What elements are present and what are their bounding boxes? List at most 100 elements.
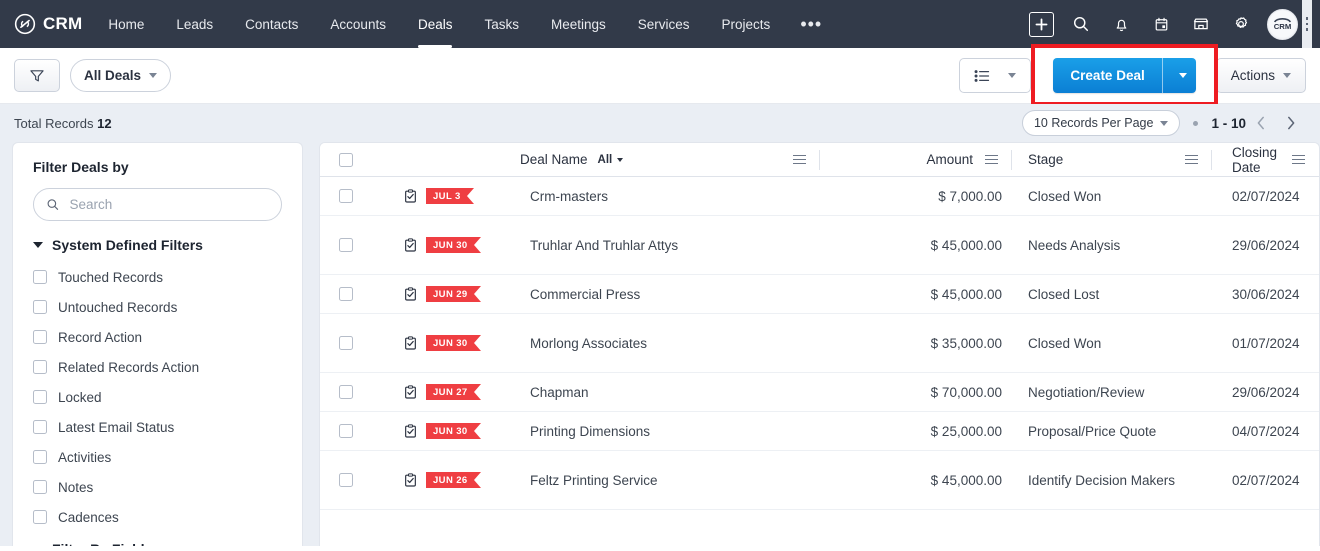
nav-overflow-handle[interactable] (1302, 0, 1312, 48)
sidebar-filter-activities[interactable]: Activities (13, 442, 302, 472)
row-icons-cell: JUL 3 (372, 188, 520, 204)
table-row[interactable]: JUN 26 Feltz Printing Service $ 45,000.00 I… (320, 451, 1319, 510)
nav-item-leads[interactable]: Leads (160, 0, 229, 48)
task-clipboard-icon[interactable] (403, 335, 418, 351)
column-header-stage[interactable]: Stage (1012, 143, 1212, 177)
deal-name-scope-dropdown[interactable]: All (598, 154, 624, 166)
row-select-cell (320, 189, 372, 203)
checkbox[interactable] (33, 420, 47, 434)
column-menu-closing-date-icon[interactable] (1292, 154, 1305, 165)
task-clipboard-icon[interactable] (403, 423, 418, 439)
deal-name-cell[interactable]: Printing Dimensions (520, 424, 820, 439)
column-header-deal-name[interactable]: Deal Name All (520, 143, 820, 177)
row-checkbox[interactable] (339, 238, 353, 252)
calendar-button[interactable] (1144, 7, 1178, 41)
checkbox[interactable] (33, 270, 47, 284)
user-avatar[interactable]: CRM (1267, 8, 1298, 40)
nav-item-deals[interactable]: Deals (402, 0, 469, 48)
table-row[interactable]: JUL 3 Crm-masters $ 7,000.00 Closed Won 02/0… (320, 177, 1319, 216)
table-row[interactable]: JUN 30 Truhlar And Truhlar Attys $ 45,000.… (320, 216, 1319, 275)
marketplace-store-icon (1193, 18, 1209, 30)
nav-item-services[interactable]: Services (622, 0, 706, 48)
deal-name-cell[interactable]: Chapman (520, 385, 820, 400)
actions-dropdown-button[interactable]: Actions (1215, 58, 1306, 93)
sidebar-filter-latest-email-status[interactable]: Latest Email Status (13, 412, 302, 442)
create-deal-button[interactable]: Create Deal (1053, 58, 1196, 93)
column-menu-stage-icon[interactable] (1185, 154, 1198, 165)
row-checkbox[interactable] (339, 287, 353, 301)
sidebar-filter-touched-records[interactable]: Touched Records (13, 262, 302, 292)
row-checkbox[interactable] (339, 336, 353, 350)
nav-item-home[interactable]: Home (92, 0, 160, 48)
previous-page-button[interactable] (1246, 108, 1276, 138)
task-clipboard-icon[interactable] (403, 384, 418, 400)
filter-label: Related Records Action (58, 359, 200, 375)
filter-search-box[interactable] (33, 188, 282, 221)
add-plus-button[interactable] (1024, 7, 1058, 41)
row-checkbox[interactable] (339, 189, 353, 203)
checkbox[interactable] (33, 390, 47, 404)
system-defined-filters-header[interactable]: System Defined Filters (13, 237, 302, 253)
checkbox[interactable] (33, 330, 47, 344)
nav-item-accounts[interactable]: Accounts (314, 0, 402, 48)
deal-name-cell[interactable]: Truhlar And Truhlar Attys (520, 238, 820, 253)
checkbox[interactable] (33, 360, 47, 374)
nav-more-button[interactable]: ••• (786, 0, 836, 48)
deal-name-cell[interactable]: Commercial Press (520, 287, 820, 302)
filter-search-input[interactable] (67, 196, 269, 213)
sidebar-filter-record-action[interactable]: Record Action (13, 322, 302, 352)
column-menu-amount-icon[interactable] (985, 154, 998, 165)
task-clipboard-icon[interactable] (403, 472, 418, 488)
row-checkbox[interactable] (339, 473, 353, 487)
closing-date-cell: 02/07/2024 (1232, 188, 1300, 204)
table-row[interactable]: JUN 30 Printing Dimensions $ 25,000.00 Prop… (320, 412, 1319, 451)
nav-item-tasks[interactable]: Tasks (468, 0, 535, 48)
sidebar-filter-related-records-action[interactable]: Related Records Action (13, 352, 302, 382)
nav-item-meetings[interactable]: Meetings (535, 0, 622, 48)
deal-name-cell[interactable]: Crm-masters (520, 189, 820, 204)
view-selector-label: All Deals (84, 68, 142, 83)
task-clipboard-icon[interactable] (403, 188, 418, 204)
checkbox[interactable] (33, 510, 47, 524)
marketplace-button[interactable] (1184, 7, 1218, 41)
sidebar-filter-locked[interactable]: Locked (13, 382, 302, 412)
view-selector-dropdown[interactable]: All Deals (70, 59, 172, 92)
task-clipboard-icon[interactable] (403, 286, 418, 302)
table-row[interactable]: JUN 27 Chapman $ 70,000.00 Negotiation/Revi… (320, 373, 1319, 412)
deal-name-cell[interactable]: Feltz Printing Service (520, 473, 820, 488)
sidebar-search-wrap (13, 188, 302, 221)
sidebar-filter-untouched-records[interactable]: Untouched Records (13, 292, 302, 322)
table-row[interactable]: JUN 29 Commercial Press $ 45,000.00 Closed … (320, 275, 1319, 314)
row-checkbox[interactable] (339, 424, 353, 438)
list-view-dropdown[interactable] (959, 58, 1032, 93)
chevron-down-icon (1008, 73, 1017, 78)
filter-label: Latest Email Status (58, 419, 175, 435)
column-header-closing-date[interactable]: Closing Date (1212, 143, 1319, 177)
checkbox[interactable] (33, 480, 47, 494)
nav-right-icons: CRM (1021, 0, 1320, 48)
nav-item-projects[interactable]: Projects (706, 0, 787, 48)
select-all-checkbox[interactable] (339, 152, 353, 167)
search-button[interactable] (1064, 7, 1098, 41)
filter-by-fields-header[interactable]: Filter By Fields (13, 541, 302, 546)
filter-toggle-button[interactable] (14, 59, 60, 92)
nav-item-contacts[interactable]: Contacts (229, 0, 314, 48)
checkbox[interactable] (33, 450, 47, 464)
sidebar-filter-notes[interactable]: Notes (13, 472, 302, 502)
notifications-button[interactable] (1104, 7, 1138, 41)
sidebar-filter-cadences[interactable]: Cadences (13, 502, 302, 532)
create-deal-dropdown-button[interactable] (1161, 58, 1196, 93)
records-per-page-dropdown[interactable]: 10 Records Per Page (1021, 110, 1181, 136)
next-page-button[interactable] (1276, 108, 1306, 138)
row-checkbox[interactable] (339, 385, 353, 399)
amount-cell: $ 7,000.00 (938, 188, 1002, 204)
table-row[interactable]: JUN 30 Morlong Associates $ 35,000.00 Close… (320, 314, 1319, 373)
brand-logo-area[interactable]: CRM (0, 0, 92, 48)
deal-name-cell[interactable]: Morlong Associates (520, 336, 820, 351)
checkbox[interactable] (33, 300, 47, 314)
column-header-amount[interactable]: Amount (820, 143, 1012, 177)
amount-cell: $ 45,000.00 (930, 472, 1002, 488)
column-menu-deal-name-icon[interactable] (793, 154, 806, 165)
task-clipboard-icon[interactable] (403, 237, 418, 253)
settings-button[interactable] (1224, 7, 1258, 41)
